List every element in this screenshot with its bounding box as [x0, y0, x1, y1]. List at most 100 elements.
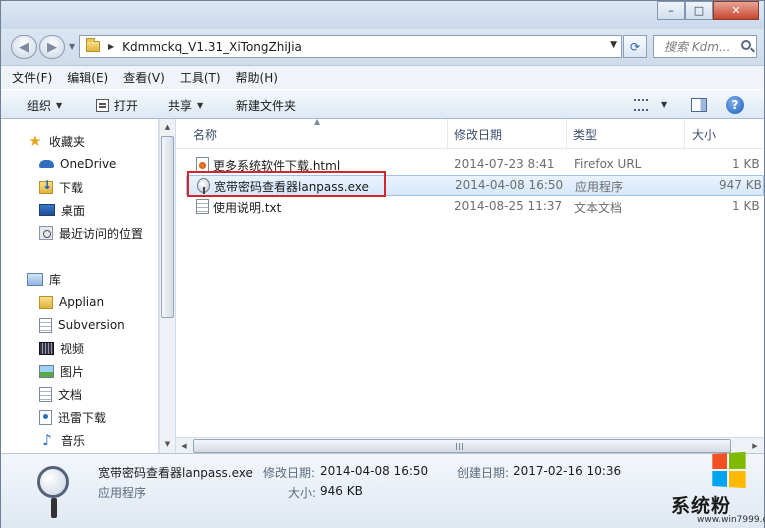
details-created-value: 2017-02-16 10:36 [513, 464, 622, 478]
nav-videos[interactable]: 视频 [39, 337, 84, 359]
watermark-url: www.win7999.com [697, 515, 765, 525]
column-divider[interactable] [684, 119, 685, 149]
file-name: 更多系统软件下载.html [213, 159, 341, 173]
nav-pictures[interactable]: 图片 [39, 360, 84, 382]
folder-icon [86, 38, 100, 52]
explorer-window: – □ ✕ ◀ ▶ ▼ ▶ Kdmmckq_V1.31_XiTongZhiJia… [0, 0, 765, 528]
forward-button[interactable]: ▶ [39, 35, 65, 59]
grip-icon [456, 443, 464, 450]
minimize-button[interactable]: – [657, 1, 685, 20]
text-file-icon [196, 199, 209, 214]
scroll-left-icon[interactable]: ◀ [176, 438, 192, 454]
nav-vertical-scrollbar[interactable]: ▲ ▼ [159, 119, 175, 453]
file-date: 2014-04-08 16:50 [455, 178, 564, 192]
nav-favorites[interactable]: ★ 收藏夹 [27, 130, 85, 152]
nav-label: 库 [49, 272, 62, 287]
nav-documents[interactable]: 文档 [39, 383, 82, 405]
magnifier-exe-large-icon [34, 462, 74, 522]
file-name: 使用说明.txt [213, 201, 282, 215]
recent-pages-dropdown-icon[interactable]: ▼ [69, 42, 75, 51]
html-file-icon [196, 157, 209, 172]
site-watermark: 系统粉 www.win7999.com [663, 445, 765, 528]
menu-edit[interactable]: 编辑(E) [67, 69, 108, 86]
chevron-down-icon: ▼ [197, 101, 204, 110]
column-divider[interactable] [447, 119, 448, 149]
view-dropdown-icon[interactable]: ▼ [661, 100, 667, 109]
nav-downloads[interactable]: 下载 [39, 176, 83, 198]
refresh-icon: ⟳ [629, 39, 641, 54]
nav-libraries[interactable]: 库 [27, 268, 61, 290]
menu-help[interactable]: 帮助(H) [236, 69, 278, 86]
star-icon: ★ [28, 132, 42, 150]
forward-arrow-icon: ▶ [47, 39, 57, 55]
menu-bar: 文件(F) 编辑(E) 查看(V) 工具(T) 帮助(H) [1, 65, 764, 89]
address-bar[interactable]: ▶ Kdmmckq_V1.31_XiTongZhiJia ▼ [79, 35, 622, 58]
document-library-icon [39, 317, 52, 333]
file-date: 2014-08-25 11:37 [454, 199, 563, 213]
window-controls: – □ ✕ [657, 1, 759, 21]
nav-desktop[interactable]: 桌面 [39, 199, 85, 221]
magnifier-exe-icon [197, 178, 210, 194]
search-input[interactable]: 搜索 Kdm... [653, 35, 757, 58]
scroll-thumb[interactable] [193, 439, 731, 453]
scroll-down-icon[interactable]: ▼ [160, 436, 175, 452]
nav-applian[interactable]: Applian [39, 291, 104, 313]
close-button[interactable]: ✕ [713, 1, 759, 20]
column-name[interactable]: 名称 [193, 126, 217, 143]
nav-recent-places[interactable]: 最近访问的位置 [39, 222, 143, 244]
column-type[interactable]: 类型 [573, 126, 597, 143]
sort-ascending-icon: ▲ [314, 117, 321, 126]
video-icon [39, 341, 54, 355]
file-row[interactable]: 更多系统软件下载.html 2014-07-23 8:41 Firefox UR… [186, 154, 764, 175]
nav-subversion[interactable]: Subversion [39, 314, 125, 336]
details-filetype: 应用程序 [98, 486, 147, 500]
open-button[interactable]: 打开 [96, 97, 138, 114]
scroll-thumb[interactable] [161, 136, 174, 318]
nav-label: Subversion [58, 318, 125, 332]
refresh-button[interactable]: ⟳ [623, 35, 647, 58]
new-folder-button[interactable]: 新建文件夹 [236, 97, 296, 114]
view-options-icon[interactable] [634, 99, 648, 111]
breadcrumb-chevron-icon[interactable]: ▶ [108, 42, 114, 51]
cloud-icon [39, 160, 54, 168]
address-dropdown-icon[interactable]: ▼ [610, 40, 617, 50]
nav-label: 视频 [60, 341, 85, 356]
scroll-up-icon[interactable]: ▲ [160, 119, 175, 135]
nav-label: OneDrive [60, 157, 117, 171]
column-header-row: ▲ 名称 修改日期 类型 大小 [176, 117, 764, 149]
nav-onedrive[interactable]: OneDrive [39, 153, 116, 175]
details-modified-label: 修改日期: [263, 466, 316, 480]
organize-button[interactable]: 组织 ▼ [27, 97, 62, 114]
column-size[interactable]: 大小 [692, 126, 716, 143]
details-size-label: 大小: [288, 486, 317, 500]
nav-label: 最近访问的位置 [59, 226, 144, 241]
share-button[interactable]: 共享 ▼ [168, 97, 203, 114]
nav-music[interactable]: ♪ 音乐 [39, 429, 85, 451]
preview-pane-icon[interactable] [691, 98, 707, 112]
menu-tools[interactable]: 工具(T) [180, 69, 221, 86]
nav-thunder-downloads[interactable]: 迅雷下载 [39, 406, 106, 428]
maximize-button[interactable]: □ [685, 1, 713, 20]
column-divider[interactable] [566, 119, 567, 149]
organize-label: 组织 [27, 99, 52, 113]
nav-label: 文档 [58, 387, 83, 402]
menu-view[interactable]: 查看(V) [123, 69, 165, 86]
file-size: 1 KB [732, 199, 760, 213]
file-row[interactable]: 使用说明.txt 2014-08-25 11:37 文本文档 1 KB [186, 196, 764, 217]
help-icon[interactable]: ? [726, 96, 744, 114]
new-folder-label: 新建文件夹 [236, 99, 297, 113]
nav-label: 图片 [60, 364, 85, 379]
search-icon[interactable] [741, 40, 751, 50]
file-row-selected[interactable]: 宽带密码查看器lanpass.exe 2014-04-08 16:50 应用程序… [186, 175, 764, 196]
file-size: 947 KB [719, 178, 762, 192]
menu-file[interactable]: 文件(F) [12, 69, 52, 86]
nav-label: 迅雷下载 [58, 410, 107, 425]
column-modified[interactable]: 修改日期 [454, 126, 502, 143]
back-button[interactable]: ◀ [11, 35, 37, 59]
address-path[interactable]: Kdmmckq_V1.31_XiTongZhiJia [122, 40, 302, 54]
windows-logo-icon [712, 451, 746, 489]
file-name: 宽带密码查看器lanpass.exe [214, 180, 369, 194]
details-filename: 宽带密码查看器lanpass.exe [98, 466, 253, 480]
folder-icon [39, 295, 53, 309]
nav-label: 桌面 [61, 203, 86, 218]
